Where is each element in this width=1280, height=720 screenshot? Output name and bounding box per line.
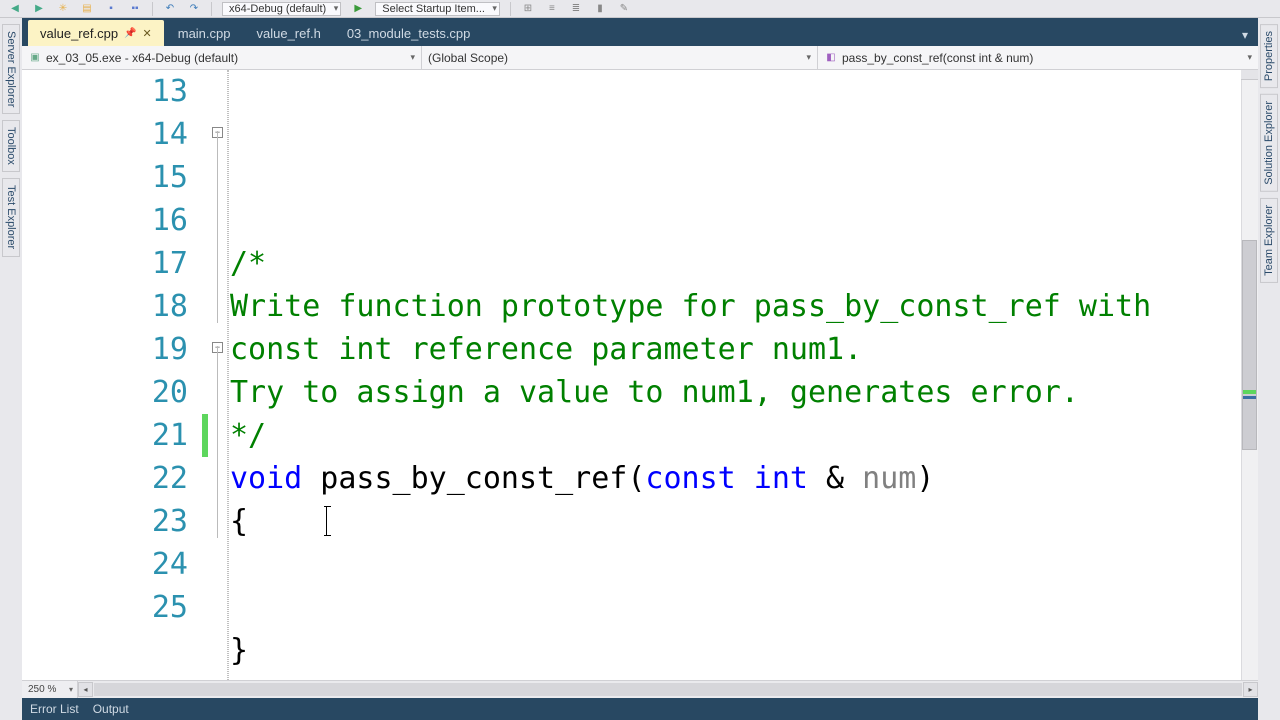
line-number: 19 — [22, 328, 188, 371]
nav-scope-dropdown[interactable]: (Global Scope) — [422, 46, 818, 69]
startup-dropdown[interactable]: Select Startup Item... — [375, 2, 500, 16]
line-number: 22 — [22, 457, 188, 500]
save-all-icon[interactable]: ▪▪ — [128, 2, 142, 16]
close-icon[interactable]: ✕ — [143, 27, 152, 40]
scroll-thumb[interactable] — [1242, 240, 1257, 450]
file-tab-strip: value_ref.cpp 📌 ✕ main.cpp value_ref.h 0… — [22, 18, 1258, 46]
editor-column: value_ref.cpp 📌 ✕ main.cpp value_ref.h 0… — [22, 18, 1258, 720]
code-body[interactable]: /*Write function prototype for pass_by_c… — [228, 70, 1241, 680]
misc-icon-1[interactable]: ⊞ — [521, 2, 535, 16]
function-icon: ◧ — [824, 51, 838, 65]
pin-icon[interactable]: 📌 — [124, 28, 136, 39]
code-line[interactable] — [230, 543, 1241, 586]
tabs-overflow-menu[interactable]: ▾ — [1236, 24, 1254, 46]
rail-solution-explorer[interactable]: Solution Explorer — [1260, 94, 1278, 192]
misc-icon-5[interactable]: ✎ — [617, 2, 631, 16]
rail-test-explorer[interactable]: Test Explorer — [2, 178, 20, 256]
zoom-dropdown[interactable]: 250 % — [22, 681, 78, 698]
code-line[interactable]: { — [230, 500, 1241, 543]
code-line[interactable] — [230, 199, 1241, 242]
app-root: ◀ ▶ ✳ ▤ ▪ ▪▪ ↶ ↷ x64-Debug (default) ▶ S… — [0, 0, 1280, 720]
code-nav-bar: ▣ ex_03_05.exe - x64-Debug (default) (Gl… — [22, 46, 1258, 70]
code-line[interactable]: Write function prototype for pass_by_con… — [230, 285, 1241, 328]
line-number: 25 — [22, 586, 188, 629]
main-toolbar: ◀ ▶ ✳ ▤ ▪ ▪▪ ↶ ↷ x64-Debug (default) ▶ S… — [0, 0, 1280, 18]
nav-function-label: pass_by_const_ref(const int & num) — [842, 51, 1033, 65]
nav-back-icon[interactable]: ◀ — [8, 2, 22, 16]
new-item-icon[interactable]: ✳ — [56, 2, 70, 16]
toolbar-sep — [152, 2, 153, 16]
bottom-tool-tabs: Error List Output — [22, 698, 1258, 720]
overview-caret-mark — [1243, 396, 1256, 399]
code-line[interactable]: } — [230, 629, 1241, 672]
toolbar-sep-3 — [510, 2, 511, 16]
line-number: 24 — [22, 543, 188, 586]
line-number: 17 — [22, 242, 188, 285]
toolbar-sep-2 — [211, 2, 212, 16]
code-line[interactable]: void pass_by_const_ref(const int & num) — [230, 457, 1241, 500]
split-handle[interactable] — [1241, 70, 1258, 80]
text-cursor — [326, 506, 327, 536]
code-line[interactable]: */ — [230, 414, 1241, 457]
line-number: 20 — [22, 371, 188, 414]
line-number: 13 — [22, 70, 188, 113]
editor-bottom-row: 250 % ◂ ▸ — [22, 680, 1258, 698]
code-line[interactable] — [230, 672, 1241, 680]
code-editor[interactable]: 13141516171819202122232425 −− /*Write fu… — [22, 70, 1258, 680]
save-icon[interactable]: ▪ — [104, 2, 118, 16]
project-icon: ▣ — [28, 51, 42, 65]
code-line[interactable]: /* — [230, 242, 1241, 285]
tab-label: value_ref.cpp — [40, 26, 118, 41]
line-number: 14 — [22, 113, 188, 156]
hscroll-thumb[interactable] — [94, 683, 1242, 696]
nav-function-dropdown[interactable]: ◧ pass_by_const_ref(const int & num) — [818, 46, 1258, 69]
line-number: 21 — [22, 414, 188, 457]
rail-toolbox[interactable]: Toolbox — [2, 120, 20, 172]
rail-properties[interactable]: Properties — [1260, 24, 1278, 88]
tab-value-ref-cpp[interactable]: value_ref.cpp 📌 ✕ — [28, 20, 164, 46]
fold-column: −− — [210, 70, 228, 680]
line-number-gutter: 13141516171819202122232425 — [22, 70, 202, 680]
tab-value-ref-h[interactable]: value_ref.h — [244, 20, 332, 46]
code-line[interactable]: const int reference parameter num1. — [230, 328, 1241, 371]
change-mark — [202, 414, 208, 457]
undo-icon[interactable]: ↶ — [163, 2, 177, 16]
line-number: 18 — [22, 285, 188, 328]
tab-output[interactable]: Output — [93, 702, 129, 716]
redo-icon[interactable]: ↷ — [187, 2, 201, 16]
tab-error-list[interactable]: Error List — [30, 702, 79, 716]
nav-fwd-icon[interactable]: ▶ — [32, 2, 46, 16]
tab-label: 03_module_tests.cpp — [347, 26, 471, 41]
tab-label: value_ref.h — [256, 26, 320, 41]
nav-scope-label: (Global Scope) — [428, 51, 508, 65]
rail-team-explorer[interactable]: Team Explorer — [1260, 198, 1278, 283]
line-number: 15 — [22, 156, 188, 199]
nav-project-label: ex_03_05.exe - x64-Debug (default) — [46, 51, 238, 65]
tab-label: main.cpp — [178, 26, 231, 41]
config-dropdown[interactable]: x64-Debug (default) — [222, 2, 341, 16]
hscroll-right-button[interactable]: ▸ — [1243, 682, 1258, 697]
overview-change-mark — [1243, 390, 1256, 394]
line-number: 23 — [22, 500, 188, 543]
right-tool-rail: Properties Solution Explorer Team Explor… — [1258, 18, 1280, 720]
main-row: Server Explorer Toolbox Test Explorer va… — [0, 18, 1280, 720]
rail-server-explorer[interactable]: Server Explorer — [2, 24, 20, 114]
line-number: 16 — [22, 199, 188, 242]
indent-guide — [228, 70, 229, 680]
code-line[interactable] — [230, 586, 1241, 629]
hscroll-left-button[interactable]: ◂ — [78, 682, 93, 697]
horizontal-scrollbar[interactable]: ◂ ▸ — [78, 681, 1258, 698]
play-icon[interactable]: ▶ — [351, 2, 365, 16]
code-line[interactable]: Try to assign a value to num1, generates… — [230, 371, 1241, 414]
change-indicator-column — [202, 70, 210, 680]
nav-project-dropdown[interactable]: ▣ ex_03_05.exe - x64-Debug (default) — [22, 46, 422, 69]
left-tool-rail: Server Explorer Toolbox Test Explorer — [0, 18, 22, 720]
open-icon[interactable]: ▤ — [80, 2, 94, 16]
misc-icon-4[interactable]: ▮ — [593, 2, 607, 16]
tab-main-cpp[interactable]: main.cpp — [166, 20, 243, 46]
vertical-scrollbar[interactable] — [1241, 70, 1258, 680]
tab-module-tests[interactable]: 03_module_tests.cpp — [335, 20, 483, 46]
misc-icon-2[interactable]: ≡ — [545, 2, 559, 16]
misc-icon-3[interactable]: ≣ — [569, 2, 583, 16]
